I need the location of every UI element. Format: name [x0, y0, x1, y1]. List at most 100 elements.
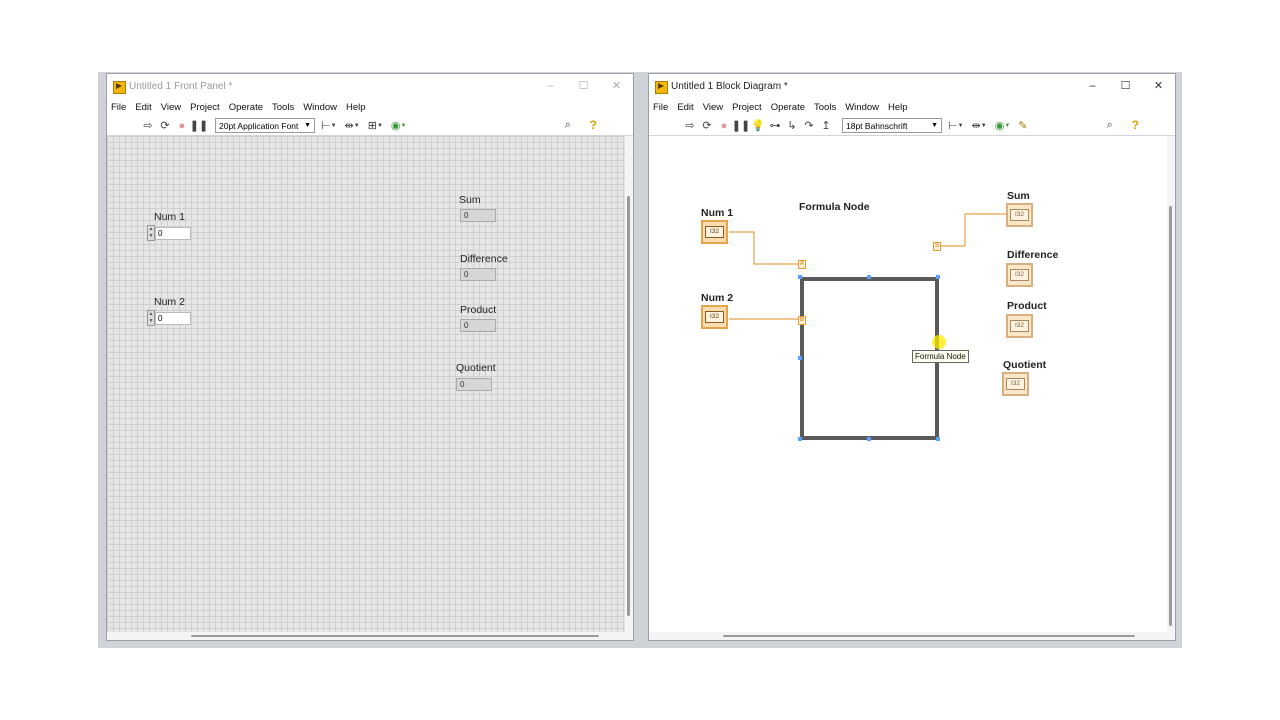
num1-value[interactable]: 0 [155, 226, 191, 240]
menu-project[interactable]: Project [190, 102, 220, 113]
resize-handle[interactable] [867, 437, 871, 441]
run-arrow-icon[interactable]: ⇨ [683, 119, 697, 133]
num2-terminal[interactable]: I32 [701, 305, 728, 329]
abort-icon[interactable]: ● [717, 119, 731, 133]
menu-view[interactable]: View [703, 102, 723, 113]
front-panel-window: Untitled 1 Front Panel * – ☐ ✕ File Edit… [106, 73, 634, 641]
help-icon[interactable]: ? [1132, 118, 1139, 132]
mouse-cursor-highlight [932, 335, 946, 349]
quotient-label: Quotient [456, 362, 496, 374]
maximize-button[interactable]: ☐ [567, 74, 600, 98]
product-label: Product [460, 304, 497, 316]
resize-handle[interactable] [798, 356, 802, 360]
menu-tools[interactable]: Tools [272, 102, 294, 113]
formula-input-b[interactable]: B [798, 316, 806, 325]
num1-terminal[interactable]: I32 [701, 220, 728, 244]
menu-project[interactable]: Project [732, 102, 762, 113]
menu-file[interactable]: File [111, 102, 126, 113]
product-indicator: 0 [460, 319, 496, 332]
num2-label: Num 2 [154, 296, 185, 308]
menu-window[interactable]: Window [845, 102, 879, 113]
resize-objects-icon[interactable]: ⊞ ▼ [368, 119, 383, 132]
difference-label: Difference [460, 253, 508, 265]
run-continuously-icon[interactable]: ⟳ [700, 119, 714, 133]
formula-node-tooltip: Formula Node [912, 350, 969, 363]
highlight-execution-icon[interactable]: 💡 [751, 119, 765, 133]
clean-up-diagram-icon[interactable]: ✎ [1018, 119, 1027, 132]
menu-help[interactable]: Help [888, 102, 908, 113]
abort-icon[interactable]: ● [175, 119, 189, 133]
front-panel-title: Untitled 1 Front Panel * [129, 80, 233, 92]
step-into-icon[interactable]: ↳ [785, 119, 799, 133]
block-diagram-vertical-scrollbar[interactable] [1167, 136, 1175, 634]
run-continuously-icon[interactable]: ⟳ [158, 119, 172, 133]
product-terminal-label: Product [1007, 300, 1047, 312]
menu-help[interactable]: Help [346, 102, 366, 113]
product-terminal[interactable]: I32 [1006, 314, 1033, 338]
minimize-button[interactable]: – [1076, 74, 1109, 98]
reorder-icon[interactable]: ◉ ▼ [391, 119, 407, 132]
align-objects-icon[interactable]: ⊢ ▼ [321, 119, 337, 132]
minimize-button[interactable]: – [534, 74, 567, 98]
resize-handle[interactable] [867, 275, 871, 279]
menu-tools[interactable]: Tools [814, 102, 836, 113]
num2-control[interactable]: ▲ ▼ 0 [147, 310, 191, 326]
resize-handle[interactable] [936, 275, 940, 279]
block-diagram-canvas[interactable]: Num 1 I32 Num 2 I32 Formula Node A B S S… [649, 136, 1167, 634]
distribute-objects-icon[interactable]: ⇹ ▼ [972, 119, 987, 132]
block-diagram-horizontal-scrollbar[interactable] [649, 632, 1175, 640]
menu-edit[interactable]: Edit [677, 102, 693, 113]
help-icon[interactable]: ? [590, 118, 597, 132]
sum-terminal[interactable]: I32 [1006, 203, 1033, 227]
formula-input-a[interactable]: A [798, 260, 806, 269]
num2-terminal-label: Num 2 [701, 292, 734, 304]
resize-handle[interactable] [798, 437, 802, 441]
close-button[interactable]: ✕ [1142, 74, 1175, 98]
font-dropdown[interactable]: 20pt Application Font ▼ [215, 118, 315, 133]
chevron-down-icon: ▼ [304, 122, 311, 129]
quotient-terminal-label: Quotient [1003, 359, 1047, 371]
difference-indicator: 0 [460, 268, 496, 281]
align-objects-icon[interactable]: ⊢ ▼ [948, 119, 964, 132]
block-diagram-window: Untitled 1 Block Diagram * – ☐ ✕ File Ed… [648, 73, 1176, 641]
labview-icon [113, 80, 126, 94]
menu-operate[interactable]: Operate [229, 102, 263, 113]
formula-output-s[interactable]: S [933, 242, 941, 251]
retain-wire-values-icon[interactable]: ⊶ [768, 119, 782, 133]
front-panel-titlebar[interactable]: Untitled 1 Front Panel * – ☐ ✕ [107, 74, 633, 98]
wire-sum-out [941, 213, 1007, 247]
front-panel-canvas[interactable]: Num 1 ▲ ▼ 0 Num 2 ▲ ▼ 0 Sum 0 Difference 0… [107, 136, 627, 634]
increment-decrement-icon[interactable]: ▲ ▼ [147, 310, 155, 326]
reorder-icon[interactable]: ◉ ▼ [995, 119, 1011, 132]
distribute-objects-icon[interactable]: ⇹ ▼ [345, 119, 360, 132]
step-over-icon[interactable]: ↷ [802, 119, 816, 133]
menu-file[interactable]: File [653, 102, 668, 113]
menu-edit[interactable]: Edit [135, 102, 151, 113]
resize-handle[interactable] [936, 437, 940, 441]
run-arrow-icon[interactable]: ⇨ [141, 119, 155, 133]
front-panel-toolbar: ⇨ ⟳ ● ❚❚ 20pt Application Font ▼ ⊢ ▼ ⇹ ▼ ⊞ ▼… [107, 116, 633, 136]
search-icon[interactable]: ⌕ [561, 118, 575, 132]
pause-icon[interactable]: ❚❚ [732, 119, 750, 133]
quotient-terminal[interactable]: I32 [1002, 372, 1029, 396]
increment-decrement-icon[interactable]: ▲ ▼ [147, 225, 155, 241]
menu-view[interactable]: View [161, 102, 181, 113]
num2-value[interactable]: 0 [155, 311, 191, 325]
num1-label: Num 1 [154, 211, 185, 223]
num1-control[interactable]: ▲ ▼ 0 [147, 225, 191, 241]
step-out-icon[interactable]: ↥ [819, 119, 833, 133]
block-diagram-titlebar[interactable]: Untitled 1 Block Diagram * – ☐ ✕ [649, 74, 1175, 98]
maximize-button[interactable]: ☐ [1109, 74, 1142, 98]
resize-handle[interactable] [798, 275, 802, 279]
sum-terminal-label: Sum [1007, 190, 1030, 202]
font-dropdown[interactable]: 18pt Bahnschrift ▼ [842, 118, 942, 133]
menu-operate[interactable]: Operate [771, 102, 805, 113]
search-icon[interactable]: ⌕ [1103, 118, 1117, 132]
menu-window[interactable]: Window [303, 102, 337, 113]
close-button[interactable]: ✕ [600, 74, 633, 98]
difference-terminal[interactable]: I32 [1006, 263, 1033, 287]
front-panel-horizontal-scrollbar[interactable] [107, 632, 633, 640]
formula-node-label: Formula Node [799, 201, 870, 213]
pause-icon[interactable]: ❚❚ [190, 119, 208, 133]
front-panel-vertical-scrollbar[interactable] [625, 136, 633, 634]
